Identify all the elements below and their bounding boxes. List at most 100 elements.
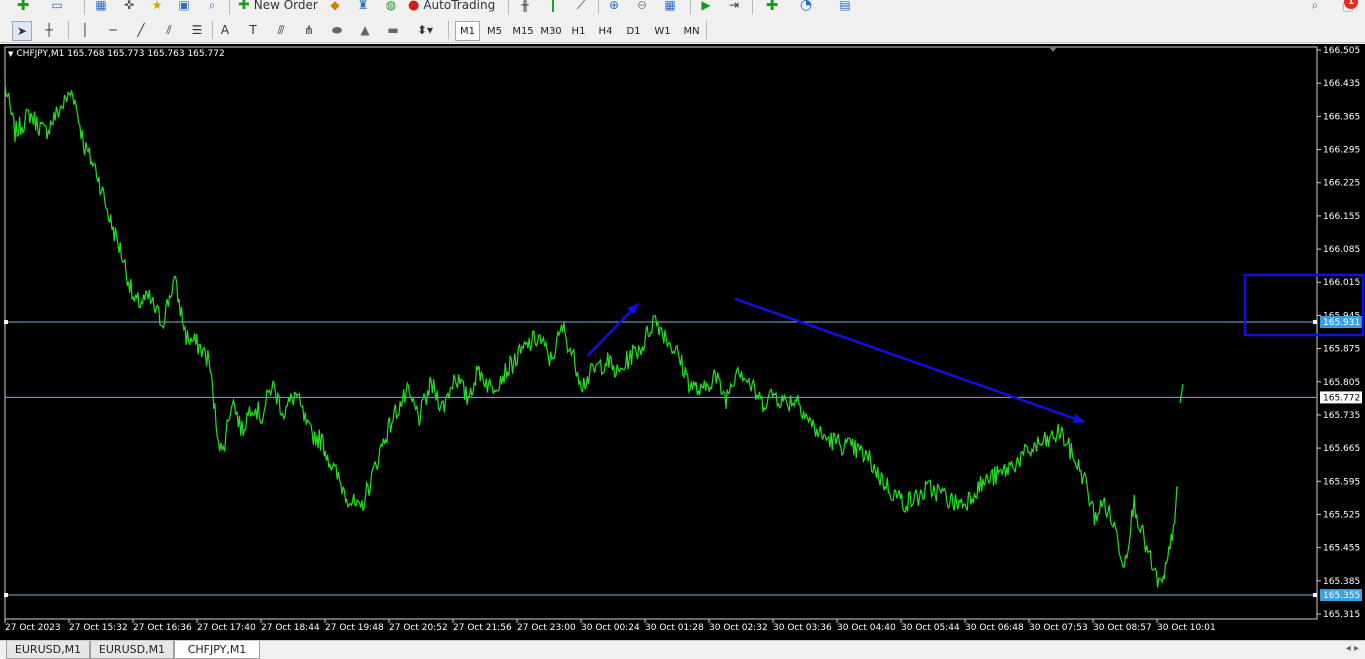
main-toolbar: ✚ ▭ ▦ ✜ ★ ▣ ⌕ ✚ New Order ◆ ♜ ◍ ● AutoTr… [0, 0, 1365, 43]
x-tick-label: 30 Oct 00:24 [581, 623, 640, 633]
notifications-button[interactable]: ▢ 1 [1336, 0, 1360, 15]
metaeditor-icon[interactable]: ◆ [326, 0, 344, 13]
x-tick-label: 30 Oct 07:53 [1029, 623, 1088, 633]
price-tag-label: 165.931 [1323, 318, 1360, 328]
timeframe-m30-button[interactable]: M30 [537, 21, 565, 41]
price-tag-label: 165.355 [1323, 591, 1360, 601]
x-tick-label: 27 Oct 20:52 [389, 623, 448, 633]
vertical-line-icon[interactable]: │ [76, 21, 94, 39]
y-tick-label: 165.315 [1323, 610, 1360, 620]
market-icon[interactable]: ◍ [382, 0, 400, 13]
y-tick-label: 166.085 [1323, 245, 1360, 255]
chart-title: ▼ CHFJPY,M1 165.768 165.773 165.763 165.7… [8, 49, 225, 59]
chart-title-text: CHFJPY,M1 165.768 165.773 165.763 165.77… [16, 49, 225, 59]
new-order-label: New Order [253, 0, 318, 12]
cursor-icon[interactable]: ➤ [12, 21, 32, 41]
x-tick-label: 30 Oct 02:32 [709, 623, 768, 633]
timeframe-mn-button[interactable]: MN [678, 21, 705, 41]
timeframe-h1-button[interactable]: H1 [566, 21, 591, 41]
plot-area[interactable] [4, 46, 1318, 620]
timeframe-m5-button[interactable]: M5 [482, 21, 507, 41]
y-tick-label: 165.735 [1323, 411, 1360, 421]
templates-icon[interactable]: ▤ [830, 0, 860, 13]
timeframe-d1-button[interactable]: D1 [621, 21, 646, 41]
line-handle[interactable] [1313, 593, 1317, 598]
market-watch-icon[interactable]: ▦ [92, 0, 110, 13]
chart-tab[interactable]: EURUSD,M1 [6, 641, 90, 659]
rectangle-icon[interactable]: ▬ [384, 21, 402, 39]
chart-tabs: EURUSD,M1 EURUSD,M1 CHFJPY,M1 ◂ ▸ [0, 640, 1365, 659]
autotrading-icon: ● [408, 0, 420, 13]
y-tick-label: 166.015 [1323, 278, 1360, 288]
y-tick-label: 165.525 [1323, 510, 1360, 520]
chart-window[interactable]: 166.505 166.435 166.365 166.295 166.225 166.1… [0, 44, 1365, 640]
horizontal-line-icon[interactable]: ─ [104, 21, 122, 39]
chart-shift-icon[interactable]: ⇥ [725, 0, 743, 13]
autotrading-button[interactable]: ● AutoTrading [408, 0, 502, 13]
tester-icon[interactable]: ⌕ [203, 0, 221, 13]
y-tick-label: 166.435 [1323, 79, 1360, 89]
gann-fan-icon[interactable]: ⫻ [272, 21, 290, 39]
line-handle[interactable] [4, 593, 8, 598]
y-tick-label: 165.455 [1323, 544, 1360, 554]
x-tick-label: 27 Oct 21:56 [453, 623, 512, 633]
profiles-icon[interactable]: ▭ [46, 0, 68, 13]
price-scale[interactable]: 166.505 166.435 166.365 166.295 166.225 166.1… [1317, 46, 1360, 620]
y-tick-label: 166.505 [1323, 46, 1360, 56]
ellipse-icon[interactable]: ⬬ [328, 21, 346, 39]
indicators-icon[interactable]: ✚ [760, 0, 784, 14]
y-tick-label: 166.365 [1323, 112, 1360, 122]
x-tick-label: 27 Oct 15:32 [69, 623, 128, 633]
price-chart[interactable]: 166.505 166.435 166.365 166.295 166.225 166.1… [0, 44, 1365, 640]
x-tick-label: 30 Oct 04:40 [837, 623, 896, 633]
zoom-out-icon[interactable]: ⊖ [633, 0, 651, 13]
line-chart-icon[interactable]: ⟋ [572, 0, 590, 13]
line-handle[interactable] [1313, 320, 1317, 325]
notification-badge: 1 [1344, 0, 1358, 9]
text-icon[interactable]: A [216, 21, 234, 39]
y-tick-label: 166.295 [1323, 146, 1360, 156]
y-tick-label: 166.155 [1323, 212, 1360, 222]
y-tick-label: 166.225 [1323, 179, 1360, 189]
toolbar-row-standard: ✚ ▭ ▦ ✜ ★ ▣ ⌕ ✚ New Order ◆ ♜ ◍ ● AutoTr… [0, 0, 1365, 14]
price-tag-label: 165.772 [1323, 393, 1360, 403]
y-tick-label: 165.385 [1323, 577, 1360, 587]
time-scale[interactable]: 27 Oct 2023 27 Oct 15:32 27 Oct 16:36 27 Oc… [4, 619, 1216, 633]
bar-chart-icon[interactable]: ╫ [516, 0, 534, 13]
equidistant-channel-icon[interactable]: ⫽ [160, 21, 178, 39]
x-tick-label: 27 Oct 2023 [5, 623, 61, 633]
timeframe-m15-button[interactable]: M15 [509, 21, 537, 41]
timeframe-h4-button[interactable]: H4 [593, 21, 618, 41]
timeframe-w1-button[interactable]: W1 [650, 21, 675, 41]
signals-icon[interactable]: ♜ [354, 0, 372, 13]
navigator-icon[interactable]: ✜ [120, 0, 138, 13]
chart-tab[interactable]: CHFJPY,M1 [174, 641, 260, 659]
chart-tab[interactable]: EURUSD,M1 [90, 641, 174, 659]
trendline-icon[interactable]: ╱ [132, 21, 150, 39]
tab-scroll-arrows-icon[interactable]: ◂ ▸ [1346, 643, 1359, 654]
favorites-icon[interactable]: ★ [148, 0, 166, 13]
autoscroll-icon[interactable]: ▶ [697, 0, 715, 13]
search-icon[interactable]: ⌕ [1306, 0, 1324, 13]
tile-windows-icon[interactable]: ▦ [661, 0, 679, 13]
text-label-icon[interactable]: T [244, 21, 262, 39]
triangle-icon[interactable]: ▲ [356, 21, 374, 39]
candlestick-icon[interactable]: ┃ [544, 0, 562, 13]
new-order-button[interactable]: ✚ New Order [238, 0, 318, 13]
x-tick-label: 30 Oct 05:44 [901, 623, 960, 633]
timeframe-m1-button[interactable]: M1 [455, 21, 480, 41]
x-tick-label: 30 Oct 06:48 [965, 623, 1024, 633]
periods-icon[interactable]: ◔ [794, 0, 818, 13]
zoom-in-icon[interactable]: ⊕ [605, 0, 623, 13]
autotrading-label: AutoTrading [423, 0, 496, 12]
x-tick-label: 30 Oct 10:01 [1157, 623, 1216, 633]
line-handle[interactable] [4, 320, 8, 325]
fibonacci-icon[interactable]: ☰ [188, 21, 206, 39]
chart-menu-arrow-icon[interactable]: ▼ [8, 50, 13, 58]
new-chart-icon[interactable]: ✚ [12, 0, 34, 14]
y-tick-label: 165.805 [1323, 378, 1360, 388]
crosshair-icon[interactable]: ┼ [40, 21, 58, 39]
pitchfork-icon[interactable]: ⋔ [300, 21, 318, 39]
terminal-icon[interactable]: ▣ [175, 0, 193, 13]
arrows-menu-icon[interactable]: ⬍▾ [410, 21, 440, 39]
